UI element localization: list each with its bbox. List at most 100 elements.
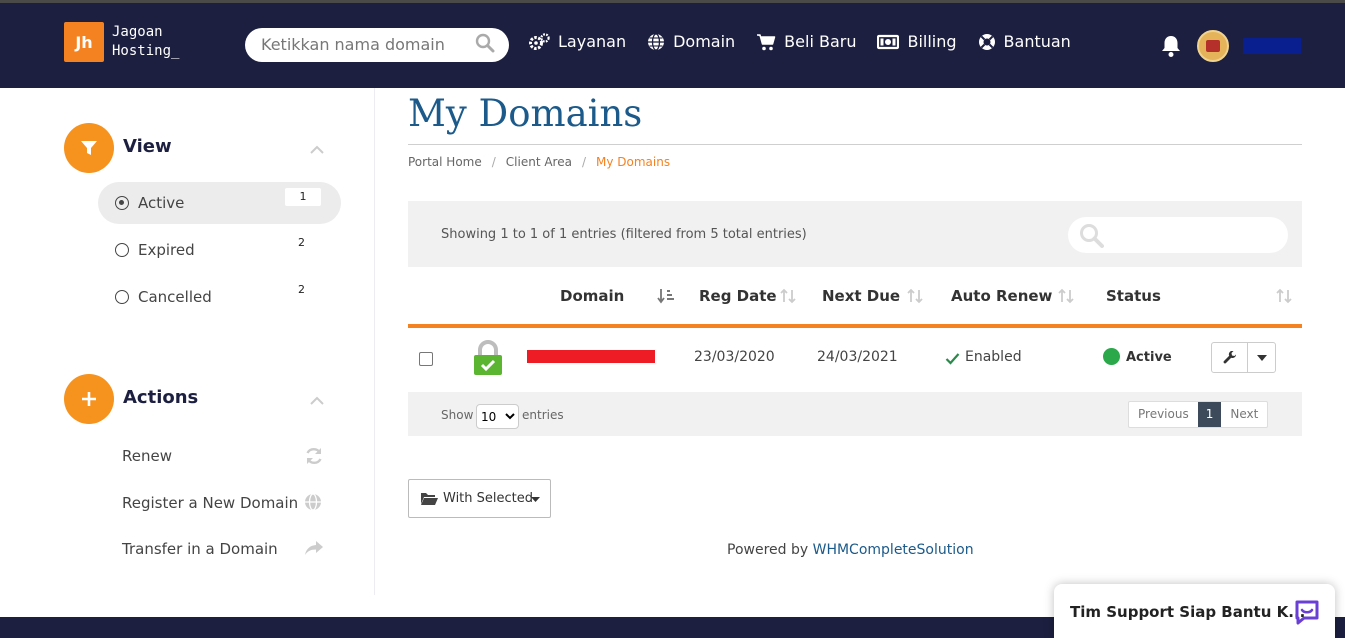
cell-reg-date: 23/03/2020 [694, 349, 775, 365]
breadcrumb-client-area[interactable]: Client Area [506, 155, 572, 169]
caret-down-icon [531, 497, 540, 502]
plus-icon [64, 374, 114, 424]
table-header: Domain Reg Date Next Due Auto Renew Stat… [408, 276, 1302, 328]
ssl-lock-icon [472, 340, 504, 380]
search-icon[interactable] [475, 33, 495, 57]
breadcrumb-current: My Domains [596, 155, 671, 169]
powered-by: Powered by WHMCompleteSolution [727, 542, 974, 558]
chat-bubble-icon [1295, 600, 1319, 625]
action-transfer-domain[interactable]: Transfer in a Domain [122, 538, 332, 562]
sort-icon[interactable] [780, 288, 796, 308]
view-item-label: Cancelled [138, 288, 212, 306]
actions-section-header[interactable]: Actions [64, 374, 344, 424]
chevron-up-icon[interactable] [309, 391, 325, 410]
row-action-group [1211, 342, 1276, 373]
entries-label: entries [522, 408, 564, 422]
folder-open-icon [421, 493, 438, 505]
table-search-input[interactable] [1068, 217, 1288, 253]
nav-label: Bantuan [1003, 32, 1071, 51]
action-register-domain[interactable]: Register a New Domain [122, 492, 332, 516]
table-row[interactable]: 23/03/2020 24/03/2021 Enabled Active [408, 328, 1302, 390]
money-icon [877, 34, 900, 50]
logo-text[interactable]: Jagoan Hosting_ [112, 23, 179, 61]
with-selected-label: With Selected [443, 491, 534, 506]
show-label: Show [441, 408, 474, 422]
row-dropdown-button[interactable] [1248, 343, 1276, 372]
page-title: My Domains [408, 92, 643, 135]
support-chat-widget[interactable]: Tim Support Siap Bantu K... [1054, 584, 1335, 638]
chat-label: Tim Support Siap Bantu K... [1070, 603, 1306, 621]
username-redacted[interactable] [1243, 38, 1301, 54]
nav-bantuan[interactable]: Bantuan [978, 32, 1071, 51]
powered-prefix: Powered by [727, 542, 809, 558]
view-item-count: 2 [298, 283, 305, 296]
sort-desc-icon[interactable] [657, 288, 675, 308]
sort-icon[interactable] [1276, 288, 1292, 308]
view-item-label: Active [138, 194, 185, 212]
share-arrow-icon [304, 539, 324, 561]
radio-icon [115, 243, 129, 257]
breadcrumb-separator: / [581, 155, 586, 169]
nav-billing[interactable]: Billing [877, 32, 957, 51]
view-item-expired[interactable]: Expired 2 [98, 229, 341, 271]
page-size-select[interactable]: 10 [476, 404, 519, 429]
radio-icon [115, 196, 129, 210]
manage-button[interactable] [1212, 343, 1248, 372]
sort-icon[interactable] [907, 288, 923, 308]
cell-auto-renew: Enabled [965, 349, 1022, 365]
main-nav: Layanan Domain Beli Baru Billing Bantuan [528, 32, 1071, 51]
nav-label: Billing [907, 32, 957, 51]
view-item-active[interactable]: Active 1 [98, 182, 341, 224]
nav-beli-baru[interactable]: Beli Baru [756, 32, 856, 51]
nav-label: Domain [673, 32, 736, 51]
wrench-icon [1223, 350, 1236, 363]
action-label: Transfer in a Domain [122, 540, 278, 558]
domain-search-input[interactable] [261, 35, 461, 54]
check-icon [945, 350, 960, 369]
chevron-up-icon[interactable] [309, 140, 325, 159]
nav-layanan[interactable]: Layanan [528, 32, 626, 51]
previous-button[interactable]: Previous [1129, 402, 1198, 427]
domain-name-redacted[interactable] [527, 350, 655, 363]
breadcrumb: Portal Home / Client Area / My Domains [408, 155, 670, 169]
view-item-count: 2 [298, 236, 305, 249]
bell-icon[interactable] [1160, 34, 1182, 62]
view-item-count: 1 [285, 188, 321, 206]
status-badge: Active [1126, 350, 1172, 365]
nav-domain[interactable]: Domain [647, 32, 735, 51]
view-item-cancelled[interactable]: Cancelled 2 [98, 276, 341, 318]
whmcs-link[interactable]: WHMCompleteSolution [813, 542, 974, 558]
domain-search-box [245, 28, 509, 62]
globe-icon [647, 32, 665, 51]
action-renew[interactable]: Renew [122, 445, 332, 469]
search-icon [1080, 224, 1104, 248]
view-section-header[interactable]: View [64, 123, 344, 173]
page-1-button[interactable]: 1 [1197, 402, 1222, 427]
with-selected-button[interactable]: With Selected [408, 479, 551, 518]
gears-icon [528, 32, 550, 51]
column-domain[interactable]: Domain [560, 287, 624, 305]
caret-down-icon [1257, 354, 1267, 361]
next-button[interactable]: Next [1221, 402, 1267, 427]
row-checkbox[interactable] [419, 352, 433, 366]
nav-label: Layanan [558, 32, 627, 51]
logo-mark[interactable]: Jh [64, 22, 104, 62]
nav-label: Beli Baru [784, 32, 857, 51]
sidebar: View Active 1 Expired 2 Cancelled 2 Acti… [0, 88, 375, 595]
column-status[interactable]: Status [1106, 287, 1161, 305]
view-item-label: Expired [138, 241, 195, 259]
lifebuoy-icon [978, 33, 996, 51]
breadcrumb-portal-home[interactable]: Portal Home [408, 155, 482, 169]
logo-line-2: Hosting_ [112, 43, 180, 59]
column-reg-date[interactable]: Reg Date [699, 287, 777, 305]
pagination: Previous 1 Next [1128, 401, 1269, 428]
actions-title: Actions [123, 387, 199, 408]
avatar[interactable] [1197, 30, 1229, 62]
table-footer: Show 10 entries Previous 1 Next [408, 392, 1302, 436]
sort-icon[interactable] [1058, 288, 1074, 308]
action-label: Register a New Domain [122, 494, 299, 512]
column-next-due[interactable]: Next Due [822, 287, 900, 305]
column-auto-renew[interactable]: Auto Renew [951, 287, 1052, 305]
status-dot [1103, 348, 1120, 365]
table-info: Showing 1 to 1 of 1 entries (filtered fr… [441, 227, 807, 242]
